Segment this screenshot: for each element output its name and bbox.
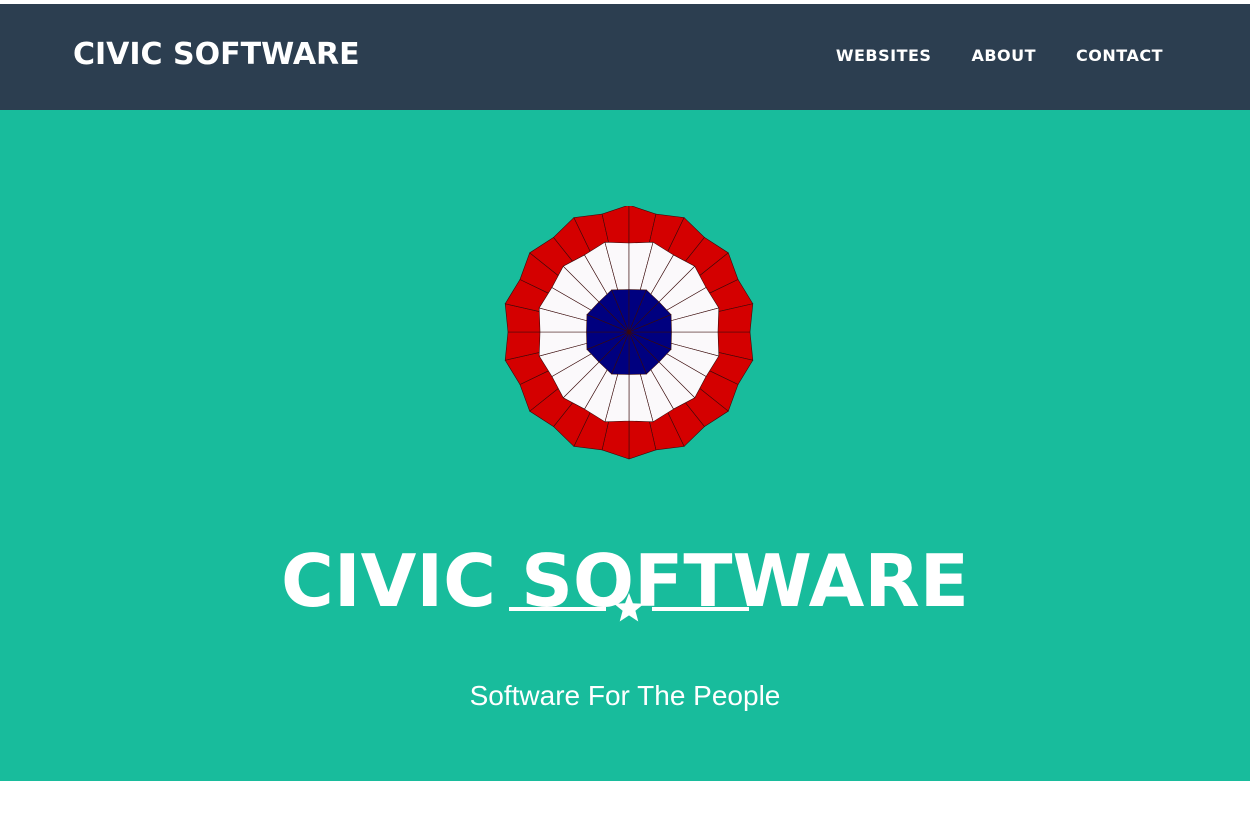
navbar: CIVIC SOFTWARE WEBSITES ABOUT CONTACT <box>0 4 1250 110</box>
hero-section: CIVIC SOFTWARE Software For The People <box>0 110 1250 781</box>
star-divider <box>509 592 749 624</box>
star-icon <box>614 593 644 622</box>
nav-link-websites[interactable]: WEBSITES <box>836 44 932 68</box>
content-area <box>0 781 1250 826</box>
nav-link-about[interactable]: ABOUT <box>971 44 1036 68</box>
hero-tagline: Software For The People <box>469 680 781 711</box>
page: CIVIC SOFTWARE WEBSITES ABOUT CONTACT CI… <box>0 0 1250 826</box>
brand-link[interactable]: CIVIC SOFTWARE <box>73 35 360 75</box>
nav-menu: WEBSITES ABOUT CONTACT <box>836 44 1163 68</box>
cockade-center <box>586 289 672 375</box>
nav-link-contact[interactable]: CONTACT <box>1076 44 1163 68</box>
cockade-icon <box>504 206 754 460</box>
divider-line-right <box>652 607 749 611</box>
divider-line-left <box>509 607 606 611</box>
